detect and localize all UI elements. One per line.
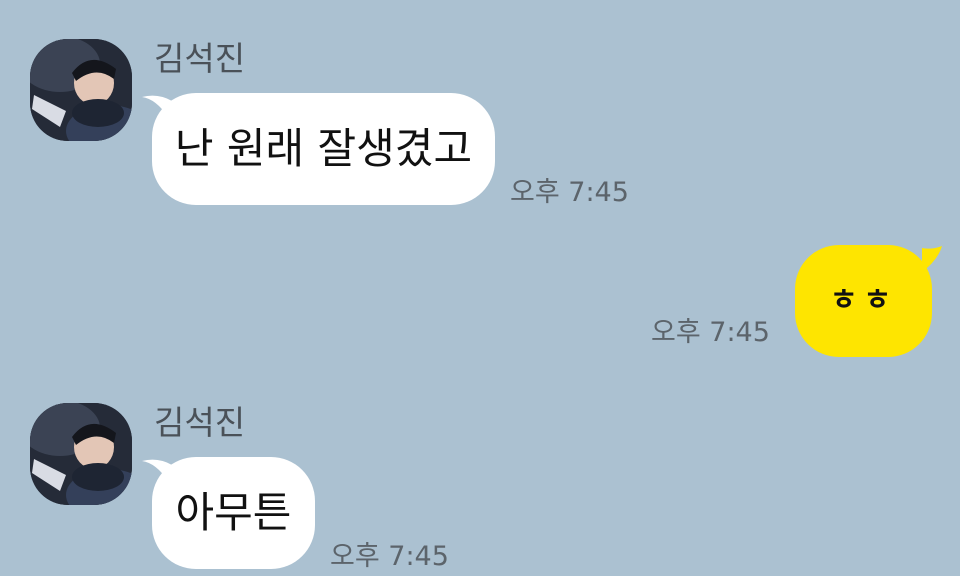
sender-avatar[interactable] xyxy=(30,403,132,505)
sender-name: 김석진 xyxy=(154,39,246,78)
message-timestamp: 오후 7:45 xyxy=(651,317,770,348)
bubble-tail-mine xyxy=(922,246,942,272)
message-bubble[interactable]: 아무튼 xyxy=(152,457,315,569)
message-bubble-mine[interactable]: ㅎㅎ xyxy=(795,245,932,357)
message-timestamp: 오후 7:45 xyxy=(330,541,449,572)
message-timestamp: 오후 7:45 xyxy=(510,177,629,208)
message-bubble[interactable]: 난 원래 잘생겼고 xyxy=(152,93,495,205)
sender-name: 김석진 xyxy=(154,403,246,442)
chat-message-list[interactable]: 김석진 난 원래 잘생겼고 오후 7:45 ㅎㅎ 오후 7:45 김석진 아무튼… xyxy=(0,0,960,576)
sender-avatar[interactable] xyxy=(30,39,132,141)
